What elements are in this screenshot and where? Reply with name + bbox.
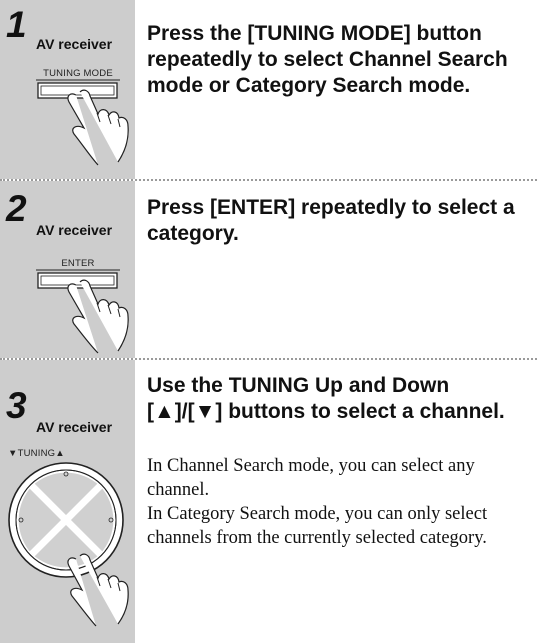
paragraph-channel-search: In Channel Search mode, you can select a… [147, 456, 475, 500]
instruction-page: 1 AV receiver TUNING MODE Press the [TUN… [0, 0, 537, 643]
step-3: 3 AV receiver ▼TUNING▲ Use the TUNING Up… [0, 360, 537, 643]
step-1: 1 AV receiver TUNING MODE Press the [TUN… [0, 0, 537, 179]
hand-pointer-icon [67, 279, 129, 354]
enter-button-icon [36, 269, 129, 354]
paragraph-category-search: In Category Search mode, you can only se… [147, 504, 488, 548]
step-title: Use the TUNING Up and Down [▲]/[▼] butto… [147, 374, 505, 423]
step-title: Press the [TUNING MODE] button repeatedl… [147, 22, 508, 97]
hand-pointer-icon [67, 89, 129, 166]
step-2: 2 AV receiver ENTER Press [ENTER] repeat… [0, 181, 537, 358]
step-title: Press [ENTER] repeatedly to select a cat… [147, 196, 515, 245]
tuning-dial-icon [8, 462, 129, 627]
tuning-mode-button-icon [36, 79, 129, 166]
